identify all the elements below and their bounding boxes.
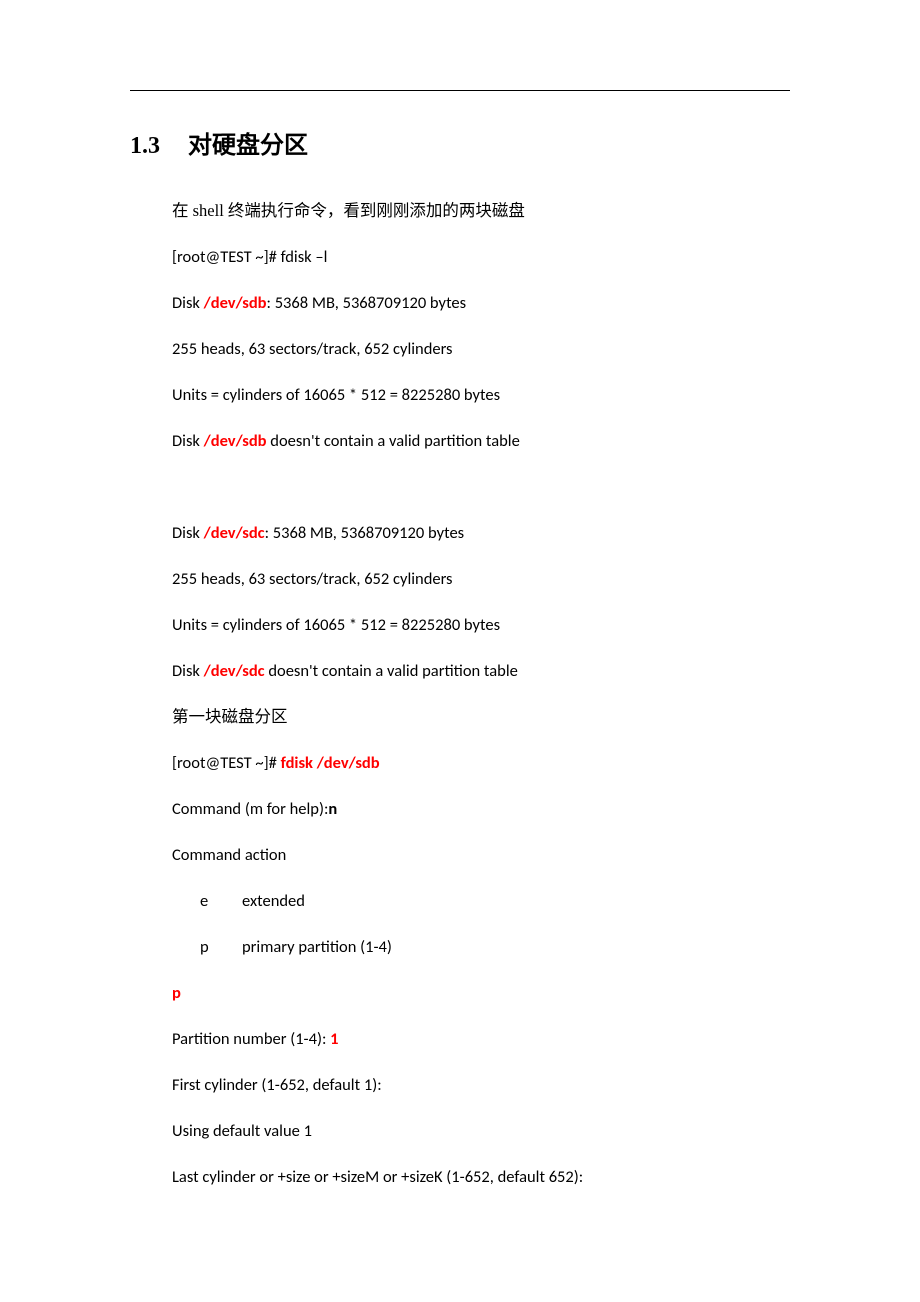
using-default-value: Using default value 1 [172,1120,790,1142]
document-page: 1.3 对硬盘分区 在 shell 终端执行命令，看到刚刚添加的两块磁盘 [ro… [0,0,920,1302]
text-suffix: doesn't contain a valid partition table [267,431,520,451]
device-path: /dev/sdb [204,431,267,451]
last-cylinder-prompt: Last cylinder or +size or +sizeM or +siz… [172,1166,790,1188]
option-letter: p [200,936,242,958]
text-suffix: : 5368 MB, 5368709120 bytes [265,523,465,543]
device-path: /dev/sdc [204,523,265,543]
option-extended: eextended [172,890,790,912]
text-prefix: Disk [172,523,204,543]
text-prefix: Disk [172,293,204,313]
text-prefix: Disk [172,431,204,451]
disk-sdb-heads: 255 heads, 63 sectors/track, 652 cylinde… [172,338,790,360]
user-input: n [328,799,337,819]
content-block: 在 shell 终端执行命令，看到刚刚添加的两块磁盘 [root@TEST ~]… [130,200,790,1188]
command-m-help: Command (m for help):n [172,798,790,820]
command-fdisk-list: [root@TEST ~]# fdisk –l [172,246,790,268]
section-heading: 1.3 对硬盘分区 [130,125,790,160]
command-action-label: Command action [172,844,790,866]
text-prefix: Disk [172,661,204,681]
partition-number-prompt: Partition number (1-4): 1 [172,1028,790,1050]
disk-sdb-size: Disk /dev/sdb: 5368 MB, 5368709120 bytes [172,292,790,314]
first-cylinder-prompt: First cylinder (1-652, default 1): [172,1074,790,1096]
option-desc: extended [242,891,305,911]
disk-sdb-units: Units = cylinders of 16065 * 512 = 82252… [172,384,790,406]
prompt-text: Command (m for help): [172,799,328,819]
command-fdisk-sdb: [root@TEST ~]# fdisk /dev/sdb [172,752,790,774]
heading-number: 1.3 [130,133,160,159]
choice-p: p [172,982,790,1004]
user-input: 1 [330,1029,338,1049]
text-suffix: doesn't contain a valid partition table [265,661,518,681]
disk-sdc-units: Units = cylinders of 16065 * 512 = 82252… [172,614,790,636]
disk-sdb-notable: Disk /dev/sdb doesn't contain a valid pa… [172,430,790,452]
blank-line [172,476,790,522]
command-text: fdisk /dev/sdb [281,753,380,773]
shell-prompt: [root@TEST ~]# [172,753,281,773]
horizontal-rule [130,90,790,91]
prompt-text: Partition number (1-4): [172,1029,330,1049]
disk-sdc-size: Disk /dev/sdc: 5368 MB, 5368709120 bytes [172,522,790,544]
device-path: /dev/sdb [204,293,267,313]
option-letter: e [200,890,242,912]
intro-text: 在 shell 终端执行命令，看到刚刚添加的两块磁盘 [172,200,790,222]
text-suffix: : 5368 MB, 5368709120 bytes [267,293,467,313]
device-path: /dev/sdc [204,661,265,681]
first-disk-label: 第一块磁盘分区 [172,706,790,728]
disk-sdc-heads: 255 heads, 63 sectors/track, 652 cylinde… [172,568,790,590]
disk-sdc-notable: Disk /dev/sdc doesn't contain a valid pa… [172,660,790,682]
heading-title: 对硬盘分区 [188,133,308,159]
option-primary: pprimary partition (1-4) [172,936,790,958]
option-desc: primary partition (1-4) [242,937,392,957]
